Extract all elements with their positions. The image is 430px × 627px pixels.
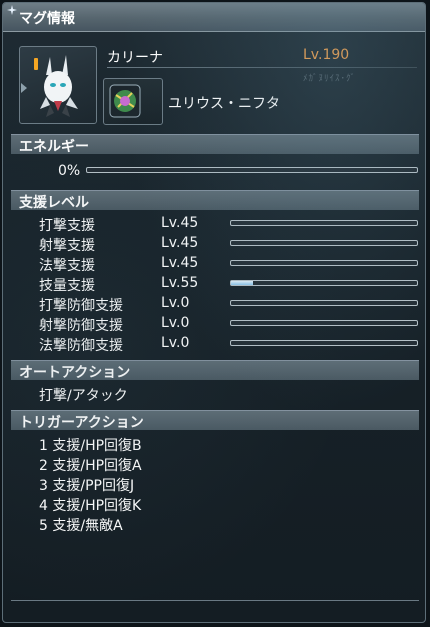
mag-info-window: マグ情報 カリーナ Lv.190 ﾒｶﾞﾇﾘｲｽ･ｸﾞ ユリウス・ニフタ エネル…: [2, 2, 426, 623]
support-row-level: Lv.0: [161, 295, 190, 311]
footer-divider: [11, 600, 419, 601]
energy-bar: [86, 167, 418, 173]
photon-blast-name: ユリウス・ニフタ: [168, 96, 280, 112]
titlebar[interactable]: マグ情報: [3, 3, 425, 32]
trigger-action-item: 1 支援/HP回復B: [39, 438, 142, 454]
photon-blast-icon-frame[interactable]: [103, 78, 163, 125]
support-row-bar: [230, 320, 418, 326]
support-row-label: 射撃支援: [39, 238, 95, 254]
support-level-header-label: 支援レベル: [19, 195, 89, 211]
auto-action-value: 打撃/アタック: [39, 388, 128, 404]
mag-level: Lv.190: [303, 47, 350, 63]
support-row-level: Lv.0: [161, 335, 190, 351]
support-row-level: Lv.45: [161, 255, 199, 271]
window-title: マグ情報: [19, 11, 75, 27]
auto-action-header-label: オートアクション: [19, 365, 131, 381]
support-row-level: Lv.45: [161, 235, 199, 251]
support-row-bar: [230, 300, 418, 306]
mag-name: カリーナ: [107, 50, 163, 66]
name-divider: [107, 67, 417, 68]
support-row-bar: [230, 240, 418, 246]
trigger-action-header: トリガーアクション: [11, 410, 419, 431]
auto-action-header: オートアクション: [11, 360, 419, 381]
mag-portrait[interactable]: [19, 46, 97, 124]
mag-figure-icon: [40, 55, 78, 117]
energy-percent: 0%: [58, 163, 81, 179]
trigger-action-header-label: トリガーアクション: [19, 415, 144, 431]
support-row-bar-fill: [231, 281, 254, 285]
support-row-label: 射撃防御支援: [39, 318, 123, 334]
support-row-level: Lv.0: [161, 315, 190, 331]
trigger-action-item: 2 支援/HP回復A: [39, 458, 142, 474]
trigger-action-item: 4 支援/HP回復K: [39, 498, 142, 514]
arrow-right-icon[interactable]: [21, 83, 27, 93]
support-row-label: 法撃防御支援: [39, 338, 123, 354]
support-row-label: 法撃支援: [39, 258, 95, 274]
support-row-level: Lv.45: [161, 215, 199, 231]
support-row-label: 打撃支援: [39, 218, 95, 234]
faded-text: ﾒｶﾞﾇﾘｲｽ･ｸﾞ: [303, 74, 357, 84]
support-row-label: 打撃防御支援: [39, 298, 123, 314]
trigger-action-item: 5 支援/無敵A: [39, 518, 123, 534]
photon-blast-icon: [109, 84, 141, 118]
support-row-bar: [230, 260, 418, 266]
support-level-header: 支援レベル: [11, 190, 419, 211]
sparkle-icon: [7, 5, 17, 15]
energy-header: エネルギー: [11, 134, 419, 155]
selected-marker: [34, 58, 38, 70]
trigger-action-item: 3 支援/PP回復J: [39, 478, 135, 494]
support-row-bar: [230, 340, 418, 346]
energy-header-label: エネルギー: [19, 139, 89, 155]
support-row-bar: [230, 220, 418, 226]
support-row-bar: [230, 280, 418, 286]
support-row-level: Lv.55: [161, 275, 199, 291]
support-row-label: 技量支援: [39, 278, 95, 294]
